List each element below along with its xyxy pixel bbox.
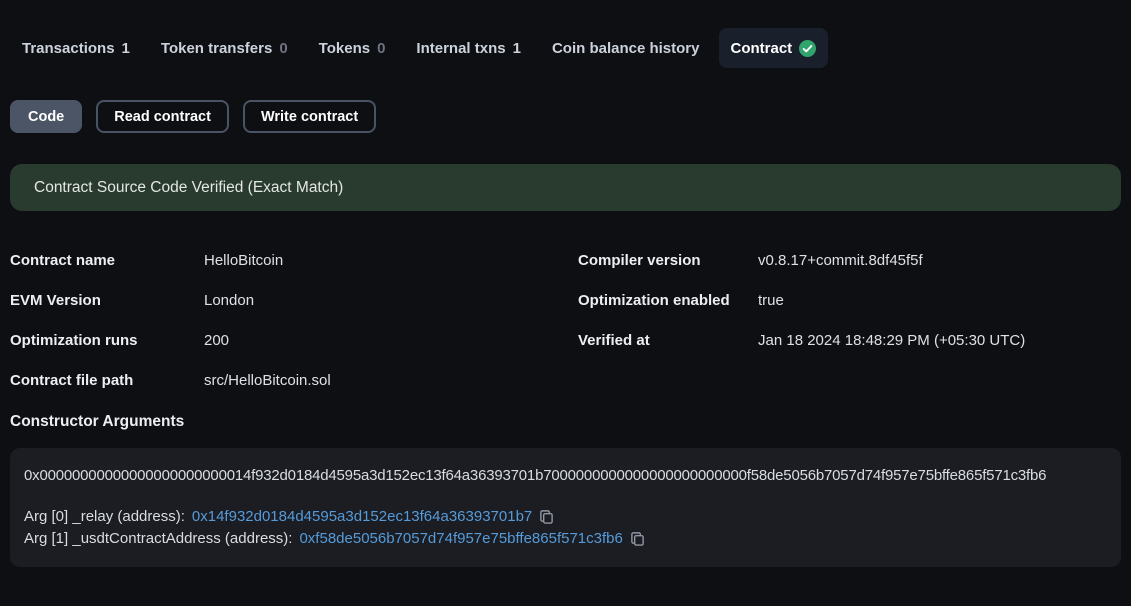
tab-transactions[interactable]: Transactions 1	[10, 28, 142, 68]
tab-internal-txns[interactable]: Internal txns 1	[404, 28, 533, 68]
info-value: Jan 18 2024 18:48:29 PM (+05:30 UTC)	[758, 332, 1025, 349]
info-row-optimization-enabled: Optimization enabled true	[578, 280, 1121, 320]
info-label: Contract name	[10, 252, 204, 269]
code-button[interactable]: Code	[10, 100, 82, 133]
info-column-right: Compiler version v0.8.17+commit.8df45f5f…	[578, 240, 1121, 400]
info-row-evm-version: EVM Version London	[10, 280, 578, 320]
info-row-optimization-runs: Optimization runs 200	[10, 320, 578, 360]
info-label: EVM Version	[10, 292, 204, 309]
info-label: Verified at	[578, 332, 758, 349]
contract-subtabs: Code Read contract Write contract	[10, 100, 1121, 133]
tab-contract[interactable]: Contract	[719, 28, 829, 68]
info-label: Contract file path	[10, 372, 204, 389]
arg-row-0: Arg [0] _relay (address): 0x14f932d0184d…	[24, 505, 1107, 527]
info-value: v0.8.17+commit.8df45f5f	[758, 252, 923, 269]
constructor-arguments-heading: Constructor Arguments	[10, 413, 1121, 437]
info-row-compiler-version: Compiler version v0.8.17+commit.8df45f5f	[578, 240, 1121, 280]
copy-icon[interactable]	[539, 509, 554, 524]
tab-token-transfers[interactable]: Token transfers 0	[149, 28, 300, 68]
tab-label: Internal txns	[416, 40, 505, 57]
info-value: 200	[204, 332, 229, 349]
info-row-contract-name: Contract name HelloBitcoin	[10, 240, 578, 280]
decoded-arg-list: Arg [0] _relay (address): 0x14f932d0184d…	[24, 505, 1107, 549]
info-row-verified-at: Verified at Jan 18 2024 18:48:29 PM (+05…	[578, 320, 1121, 360]
read-contract-button[interactable]: Read contract	[96, 100, 229, 133]
verified-check-icon	[799, 40, 816, 57]
info-label: Optimization runs	[10, 332, 204, 349]
arg-label: Arg [0] _relay (address):	[24, 508, 185, 525]
info-row-contract-file-path: Contract file path src/HelloBitcoin.sol	[10, 360, 578, 400]
verification-status-text: Contract Source Code Verified (Exact Mat…	[34, 179, 343, 197]
info-label: Compiler version	[578, 252, 758, 269]
tab-label: Tokens	[319, 40, 370, 57]
raw-constructor-args: 0x00000000000000000000000014f932d0184d45…	[24, 467, 1107, 484]
tab-tokens[interactable]: Tokens 0	[307, 28, 398, 68]
verification-status-banner: Contract Source Code Verified (Exact Mat…	[10, 164, 1121, 211]
info-value: src/HelloBitcoin.sol	[204, 372, 331, 389]
write-contract-button[interactable]: Write contract	[243, 100, 376, 133]
arg-row-1: Arg [1] _usdtContractAddress (address): …	[24, 527, 1107, 549]
tab-label: Token transfers	[161, 40, 272, 57]
arg-label: Arg [1] _usdtContractAddress (address):	[24, 530, 292, 547]
tab-count: 0	[279, 40, 287, 57]
contract-page: Transactions 1 Token transfers 0 Tokens …	[0, 28, 1131, 567]
tab-label: Coin balance history	[552, 40, 700, 57]
info-value: true	[758, 292, 784, 309]
tab-label: Contract	[731, 40, 793, 57]
info-value: London	[204, 292, 254, 309]
constructor-arguments-box: 0x00000000000000000000000014f932d0184d45…	[10, 448, 1121, 567]
copy-icon[interactable]	[630, 531, 645, 546]
tab-bar: Transactions 1 Token transfers 0 Tokens …	[10, 28, 1121, 68]
arg-address-link[interactable]: 0xf58de5056b7057d74f957e75bffe865f571c3f…	[299, 530, 622, 547]
info-value: HelloBitcoin	[204, 252, 283, 269]
tab-label: Transactions	[22, 40, 115, 57]
info-column-left: Contract name HelloBitcoin EVM Version L…	[10, 240, 578, 400]
info-label: Optimization enabled	[578, 292, 758, 309]
tab-count: 0	[377, 40, 385, 57]
arg-address-link[interactable]: 0x14f932d0184d4595a3d152ec13f64a36393701…	[192, 508, 532, 525]
tab-coin-balance-history[interactable]: Coin balance history	[540, 28, 712, 68]
tab-count: 1	[122, 40, 130, 57]
tab-count: 1	[513, 40, 521, 57]
contract-info-grid: Contract name HelloBitcoin EVM Version L…	[10, 240, 1121, 400]
